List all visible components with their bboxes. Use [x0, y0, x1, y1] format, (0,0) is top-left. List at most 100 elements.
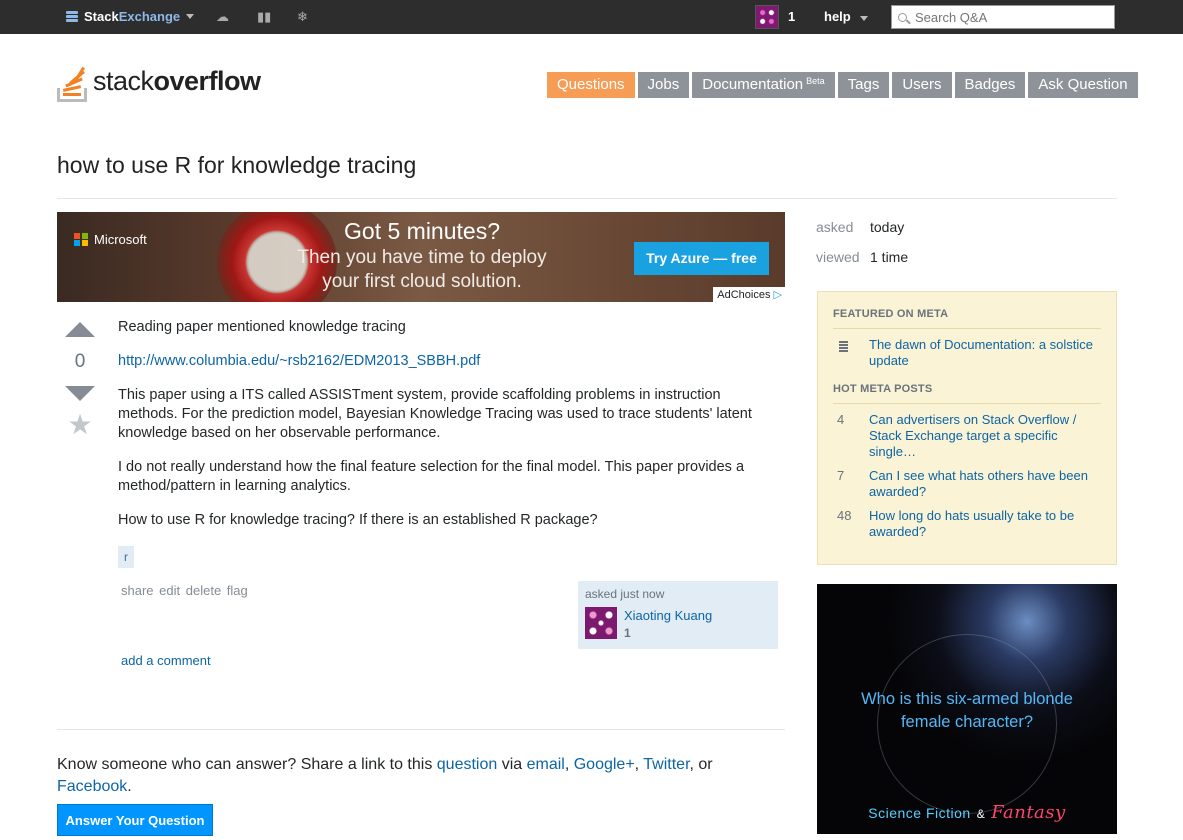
answer-your-question-button[interactable]: Answer Your Question — [57, 804, 213, 836]
scifi-ad-question: Who is this six-armed blonde female char… — [861, 690, 1073, 731]
paper-link[interactable]: http://www.columbia.edu/~rsb2162/EDM2013… — [118, 353, 480, 369]
share-text: . — [127, 778, 132, 795]
microsoft-label: Microsoft — [94, 232, 147, 247]
adchoices-label: AdChoices — [717, 289, 771, 301]
nav-users[interactable]: Users — [892, 72, 952, 98]
question-stats: asked today viewed 1 time — [816, 212, 908, 272]
owner-signature: asked just now Xiaoting Kuang 1 — [578, 581, 778, 649]
featured-meta-box: FEATURED ON META The dawn of Documentati… — [817, 291, 1117, 565]
stackoverflow-icon — [57, 60, 89, 102]
search-box[interactable] — [891, 5, 1115, 29]
nav-documentation-label: Documentation — [702, 76, 804, 93]
featured-heading: FEATURED ON META — [833, 308, 949, 320]
nav-documentation[interactable]: Documentation Beta — [692, 72, 835, 98]
share-email-link[interactable]: email — [527, 756, 565, 773]
snowflake-icon[interactable]: ❄ — [297, 9, 308, 25]
hot-meta-link[interactable]: How long do hats usually take to be awar… — [869, 508, 1101, 540]
upvote-arrow-icon[interactable] — [65, 322, 95, 337]
post-paragraph: This paper using a ITS called ASSISTment… — [118, 387, 752, 441]
asked-label: asked — [816, 219, 854, 235]
share-twitter-link[interactable]: Twitter — [643, 756, 689, 773]
post-paragraph: I do not really understand how the final… — [118, 459, 745, 494]
share-divider — [57, 729, 785, 730]
add-comment-link[interactable]: add a comment — [121, 653, 211, 668]
beta-badge: Beta — [806, 76, 825, 86]
help-menu[interactable]: help — [824, 9, 869, 24]
viewed-label: viewed — [816, 249, 860, 265]
share-prompt: Know someone who can answer? Share a lin… — [57, 754, 757, 798]
ad-line-2: your first cloud solution. — [322, 271, 522, 292]
ad-subtext: Then you have time to deploy your first … — [287, 246, 557, 294]
post-actions: share edit delete flag — [121, 583, 248, 598]
downvote-arrow-icon[interactable] — [65, 386, 95, 401]
chevron-down-icon — [186, 14, 195, 19]
logo-text-stack: stack — [93, 65, 154, 96]
inbox-icon[interactable]: ☁ — [216, 9, 229, 25]
share-text: via — [497, 756, 527, 773]
post-paragraph: How to use R for knowledge tracing? If t… — [118, 512, 598, 528]
ad-headline: Got 5 minutes? — [344, 218, 500, 244]
author-reputation: 1 — [624, 626, 631, 640]
help-label: help — [824, 9, 851, 24]
title-divider — [57, 198, 1117, 199]
hot-meta-item[interactable]: 4 Can advertisers on Stack Overflow / Sta… — [833, 412, 1101, 460]
delete-link[interactable]: delete — [186, 583, 221, 598]
achievements-icon[interactable]: ▮▮ — [257, 9, 271, 25]
scifi-brand-amp: & — [976, 807, 986, 821]
post-paragraph: Reading paper mentioned knowledge tracin… — [118, 319, 406, 335]
microsoft-icon — [74, 232, 88, 247]
nav-questions[interactable]: Questions — [547, 72, 635, 98]
stackexchange-logo[interactable]: Stack Exchange — [66, 9, 195, 24]
share-facebook-link[interactable]: Facebook — [57, 778, 127, 795]
hot-meta-item[interactable]: 7 Can I see what hats others have been aw… — [833, 468, 1101, 500]
asked-time: asked just now — [585, 587, 665, 601]
hot-meta-count: 48 — [837, 508, 852, 523]
nav-badges[interactable]: Badges — [954, 72, 1026, 98]
tag-r[interactable]: r — [118, 546, 134, 568]
share-text: Know someone who can answer? Share a lin… — [57, 756, 437, 773]
logo-text-overflow: overflow — [153, 65, 262, 96]
featured-link[interactable]: The dawn of Documentation: a solstice up… — [869, 337, 1101, 369]
adchoices-icon: ▷ — [773, 289, 782, 301]
flag-link[interactable]: flag — [227, 583, 248, 598]
try-azure-button[interactable]: Try Azure — free — [634, 242, 769, 275]
scifi-brand-a: Science Fiction — [868, 805, 971, 821]
scifi-community-ad[interactable]: Who is this six-armed blonde female char… — [817, 584, 1117, 834]
user-avatar[interactable] — [755, 5, 779, 29]
nav-jobs[interactable]: Jobs — [637, 72, 690, 98]
microsoft-logo: Microsoft — [74, 232, 147, 247]
hot-meta-count: 4 — [837, 412, 845, 427]
share-question-link[interactable]: question — [437, 756, 498, 773]
vote-count: 0 — [74, 351, 86, 372]
nav-tags[interactable]: Tags — [837, 72, 890, 98]
hot-meta-link[interactable]: Can advertisers on Stack Overflow / Stac… — [869, 412, 1101, 460]
share-link[interactable]: share — [121, 583, 154, 598]
search-icon — [898, 12, 907, 22]
adchoices-link[interactable]: AdChoices ▷ — [713, 287, 785, 302]
stackoverflow-logo[interactable]: stackoverflow — [57, 60, 261, 102]
nav-ask-question[interactable]: Ask Question — [1028, 72, 1138, 98]
brand-exchange: Exchange — [118, 9, 181, 24]
author-avatar[interactable] — [585, 607, 617, 639]
share-text: , — [564, 756, 574, 773]
edit-link[interactable]: edit — [159, 583, 180, 598]
favorite-star-icon[interactable]: ★ — [64, 408, 96, 441]
share-text: , — [634, 756, 644, 773]
hot-meta-item[interactable]: 48 How long do hats usually take to be aw… — [833, 508, 1101, 540]
question-title[interactable]: how to use R for knowledge tracing — [57, 152, 416, 179]
top-bar: Stack Exchange ☁ ▮▮ ❄ 1 help — [0, 0, 1183, 34]
reputation-count[interactable]: 1 — [788, 9, 795, 24]
stackexchange-icon — [66, 10, 78, 23]
brand-stack: Stack — [84, 9, 119, 24]
scifi-brand: Science Fiction & Fantasy — [817, 802, 1117, 823]
azure-ad-banner[interactable]: Microsoft Got 5 minutes? Then you have t… — [57, 212, 785, 302]
scifi-brand-b: Fantasy — [991, 802, 1066, 823]
share-text: , or — [689, 756, 713, 773]
featured-item[interactable]: The dawn of Documentation: a solstice up… — [833, 337, 1101, 369]
asked-value[interactable]: today — [870, 219, 904, 235]
main-nav: Questions Jobs Documentation Beta Tags Us… — [547, 72, 1138, 98]
author-name[interactable]: Xiaoting Kuang — [624, 608, 712, 623]
hot-meta-link[interactable]: Can I see what hats others have been awa… — [869, 468, 1101, 500]
search-input[interactable] — [915, 9, 1095, 25]
share-googleplus-link[interactable]: Google+ — [574, 756, 635, 773]
